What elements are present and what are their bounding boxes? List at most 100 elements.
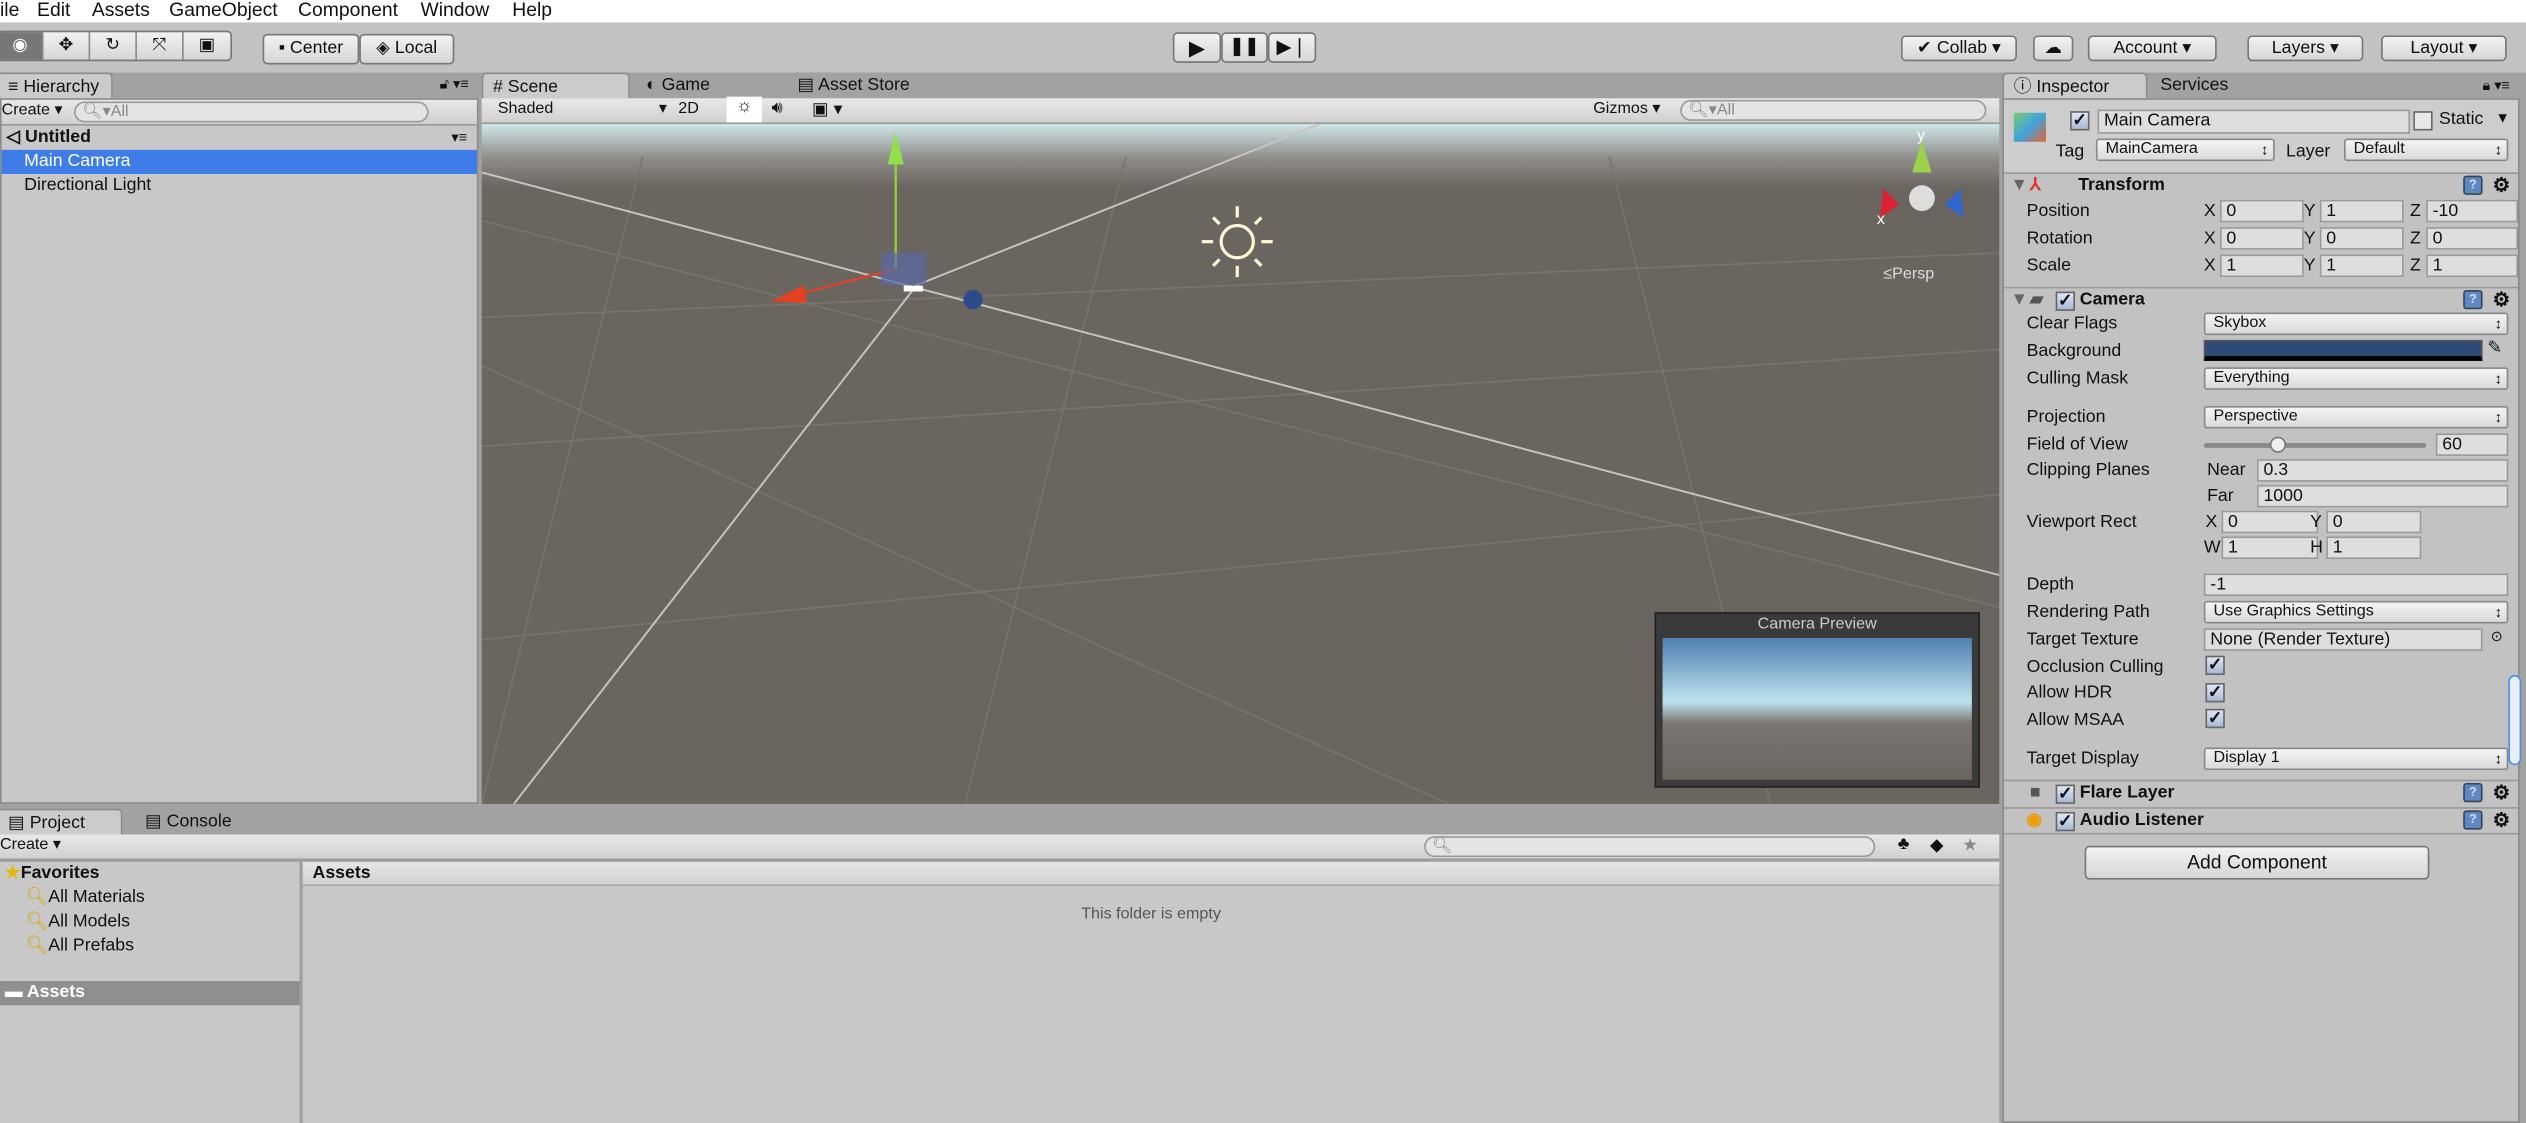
tab-hierarchy[interactable]: ≡ Hierarchy [0, 72, 113, 99]
background-color-swatch[interactable] [2203, 339, 2483, 361]
depth-field[interactable]: -1 [2203, 573, 2509, 597]
hierarchy-search[interactable]: 🔍︎▾All [74, 101, 429, 123]
pivot-center-button[interactable]: ▪ Center [262, 33, 360, 65]
move-tool-icon[interactable]: ✥ [43, 32, 91, 60]
static-checkbox[interactable] [2413, 111, 2433, 131]
gear-icon[interactable]: ⚙ [2493, 809, 2510, 833]
filter-label-icon[interactable]: ◆ [1930, 834, 1944, 855]
scale-x-field[interactable]: 1 [2219, 254, 2304, 278]
tab-console[interactable]: ▤ Console [135, 809, 248, 835]
active-checkbox[interactable]: ✓ [2070, 111, 2090, 131]
viewport-x-field[interactable]: 0 [2221, 510, 2319, 534]
position-x-field[interactable]: 0 [2219, 199, 2304, 223]
menu-file[interactable]: ile [0, 0, 19, 21]
persp-label[interactable]: ≤Persp [1883, 266, 1934, 284]
shading-dropdown[interactable]: Shaded ▾ [498, 100, 667, 118]
help-icon[interactable]: ? [2463, 810, 2483, 830]
tab-project[interactable]: ▤ Project [0, 808, 123, 835]
collab-button[interactable]: ✔ Collab ▾ [1900, 35, 2017, 62]
tab-game[interactable]: ◐ Game [636, 72, 765, 98]
assets-breadcrumb[interactable]: Assets [302, 861, 2000, 887]
pivot-local-button[interactable]: ◈ Local [359, 33, 455, 65]
scene-viewport[interactable]: ▬ y x ≤Persp Camera Preview [481, 124, 2000, 804]
favorite-all-prefabs[interactable]: 🔍︎All Prefabs [0, 934, 300, 958]
eyedropper-icon[interactable]: ✎ [2487, 337, 2502, 357]
viewport-h-field[interactable]: 1 [2326, 536, 2422, 560]
object-name-field[interactable]: Main Camera [2097, 109, 2411, 134]
menu-help[interactable]: Help [512, 0, 552, 21]
rotation-y-field[interactable]: 0 [2319, 227, 2404, 250]
allow-hdr-checkbox[interactable]: ✓ [2205, 683, 2225, 703]
static-dropdown-icon[interactable]: ▼ [2495, 110, 2509, 126]
menu-gameobject[interactable]: GameObject [169, 0, 278, 21]
camera-enabled-checkbox[interactable]: ✓ [2055, 291, 2075, 311]
target-display-dropdown[interactable]: Display 1 [2203, 747, 2509, 771]
menu-edit[interactable]: Edit [37, 0, 70, 21]
transform-header[interactable]: ▼ ⅄ Transform ? ⚙ [2004, 174, 2518, 200]
inspector-lock-icon[interactable]: 🔒︎ ▾≡ [2482, 77, 2509, 95]
favorites-folder[interactable]: ★Favorites [0, 862, 300, 886]
layout-dropdown[interactable]: Layout ▾ [2381, 35, 2507, 62]
2d-toggle[interactable]: 2D [678, 100, 699, 118]
foldout-icon[interactable]: ▼ [2011, 174, 2029, 198]
camera-header[interactable]: ▼ ▰ ✓ Camera ? ⚙ [2004, 286, 2518, 313]
rect-tool-icon[interactable]: ▣ [184, 32, 231, 59]
scale-z-field[interactable]: 1 [2426, 254, 2518, 278]
gizmos-dropdown[interactable]: Gizmos ▾ [1593, 100, 1660, 118]
fov-field[interactable]: 60 [2435, 433, 2509, 456]
scene-search[interactable]: 🔍︎▾All [1680, 99, 1987, 121]
cloud-button[interactable]: ☁ [2033, 35, 2074, 62]
pause-button[interactable]: ❚❚ [1221, 32, 1268, 63]
effects-toggle-icon[interactable]: ▣ ▾ [812, 98, 843, 119]
rendering-path-dropdown[interactable]: Use Graphics Settings [2203, 600, 2509, 624]
tab-scene[interactable]: # Scene [481, 72, 630, 99]
account-dropdown[interactable]: Account ▾ [2087, 35, 2217, 62]
flare-layer-checkbox[interactable]: ✓ [2055, 784, 2075, 804]
clear-flags-dropdown[interactable]: Skybox [2203, 312, 2509, 336]
scene-root-untitled[interactable]: ◁ Untitled ▾≡ [2, 126, 477, 150]
step-button[interactable]: ▶❘ [1267, 32, 1317, 63]
position-y-field[interactable]: 1 [2319, 199, 2404, 223]
assets-folder[interactable]: ▬ Assets [0, 981, 300, 1006]
hierarchy-item-directional-light[interactable]: Directional Light [2, 174, 477, 198]
object-picker-icon[interactable]: ⊙ [2491, 628, 2503, 646]
allow-msaa-checkbox[interactable]: ✓ [2205, 708, 2225, 729]
menu-assets[interactable]: Assets [92, 0, 150, 21]
create-dropdown[interactable]: Create ▾ [2, 101, 63, 119]
gear-icon[interactable]: ⚙ [2493, 288, 2510, 312]
menu-component[interactable]: Component [298, 0, 398, 21]
project-search[interactable]: 🔍︎ [1424, 836, 1876, 858]
favorite-star-icon[interactable]: ★ [1962, 834, 1978, 855]
audio-toggle-icon[interactable]: 🔊︎ [772, 98, 783, 119]
project-create-dropdown[interactable]: Create ▾ [0, 836, 61, 854]
scale-tool-icon[interactable]: ⤧ [137, 32, 184, 60]
fov-slider[interactable] [2203, 436, 2427, 453]
tab-asset-store[interactable]: ▤ Asset Store [788, 72, 949, 98]
menu-window[interactable]: Window [420, 0, 489, 21]
layer-dropdown[interactable]: Default [2344, 138, 2509, 162]
tag-dropdown[interactable]: MainCamera [2095, 138, 2275, 162]
layers-dropdown[interactable]: Layers ▾ [2247, 35, 2364, 62]
favorite-all-materials[interactable]: 🔍︎All Materials [0, 886, 300, 910]
add-component-button[interactable]: Add Component [2084, 845, 2430, 880]
inspector-scrollbar[interactable] [2508, 675, 2522, 766]
view-tool-icon[interactable]: ◉ [0, 32, 44, 60]
play-button[interactable]: ▶ [1172, 32, 1222, 63]
scene-menu-icon[interactable]: ▾≡ [451, 126, 467, 150]
audio-listener-header[interactable]: ◉ ✓ Audio Listener ? ⚙ [2004, 807, 2518, 835]
flare-layer-header[interactable]: ■ ✓ Flare Layer ? ⚙ [2004, 779, 2518, 806]
gear-icon[interactable]: ⚙ [2493, 174, 2510, 198]
rotation-z-field[interactable]: 0 [2426, 227, 2518, 250]
scale-y-field[interactable]: 1 [2319, 254, 2404, 278]
help-icon[interactable]: ? [2463, 782, 2483, 803]
filter-type-icon[interactable]: ♣ [1898, 834, 1910, 853]
favorite-all-models[interactable]: 🔍︎All Models [0, 910, 300, 934]
occlusion-culling-checkbox[interactable]: ✓ [2205, 655, 2225, 676]
help-icon[interactable]: ? [2463, 175, 2483, 195]
lighting-toggle-icon[interactable]: ☼ [726, 96, 763, 123]
target-texture-field[interactable]: None (Render Texture) [2203, 628, 2483, 651]
foldout-icon[interactable]: ▼ [2011, 288, 2029, 312]
far-field[interactable]: 1000 [2257, 484, 2509, 508]
help-icon[interactable]: ? [2463, 289, 2483, 310]
projection-dropdown[interactable]: Perspective [2203, 405, 2509, 429]
